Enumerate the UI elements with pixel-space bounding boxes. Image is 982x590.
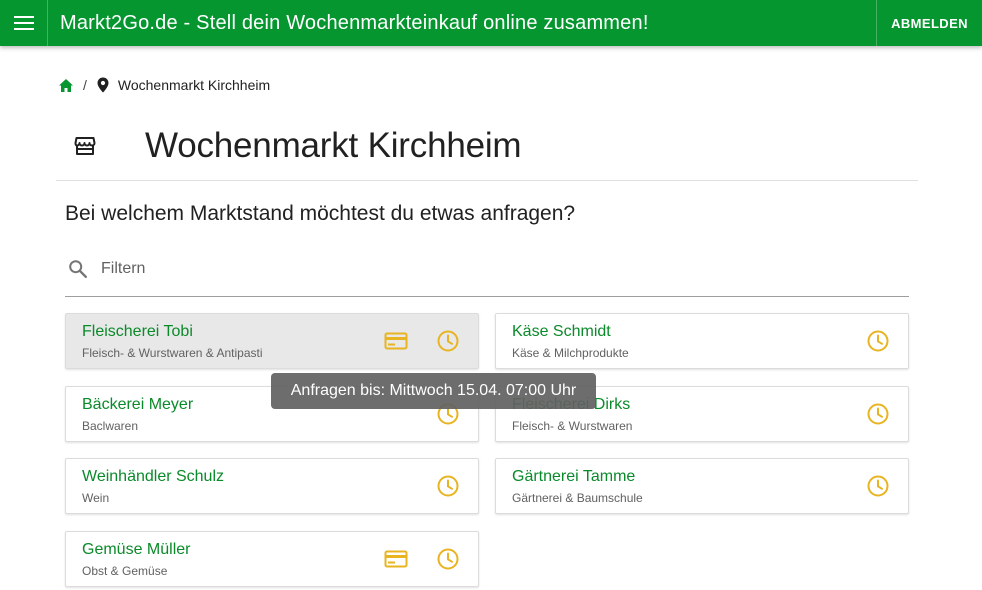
clock-icon[interactable] [866,474,890,498]
credit-card-icon [384,550,408,568]
stand-card-kaese-schmidt[interactable]: Käse Schmidt Käse & Milchprodukte [495,313,909,369]
stand-name: Käse Schmidt [512,323,611,340]
breadcrumb-separator: / [83,77,87,93]
stand-category: Käse & Milchprodukte [512,346,629,360]
menu-button[interactable] [0,0,48,46]
app-title: Markt2Go.de - Stell dein Wochenmarkteink… [60,11,649,34]
search-icon [69,260,87,278]
stand-card-gaertnerei-tamme[interactable]: Gärtnerei Tamme Gärtnerei & Baumschule [495,458,909,514]
stand-category: Gärtnerei & Baumschule [512,491,643,505]
stand-question: Bei welchem Marktstand möchtest du etwas… [65,202,576,225]
stand-card-gemuese-mueller[interactable]: Gemüse Müller Obst & Gemüse [65,531,479,587]
page-header: Wochenmarkt Kirchheim [56,118,918,181]
home-icon[interactable] [58,78,74,93]
clock-icon[interactable] [866,329,890,353]
stand-name: Fleischerei Tobi [82,323,193,340]
deadline-tooltip: Anfragen bis: Mittwoch 15.04. 07:00 Uhr [271,373,596,409]
stand-category: Obst & Gemüse [82,564,168,578]
filter-input[interactable] [101,260,801,278]
stand-name: Bäckerei Meyer [82,396,194,413]
stand-card-fleischerei-tobi[interactable]: Fleischerei Tobi Fleisch- & Wurstwaren &… [65,313,479,369]
breadcrumb: / Wochenmarkt Kirchheim [58,76,270,94]
stand-category: Fleisch- & Wurstwaren [512,419,633,433]
breadcrumb-market: Wochenmarkt Kirchheim [117,77,271,93]
stand-card-weinhaendler-schulz[interactable]: Weinhändler Schulz Wein [65,458,479,514]
clock-icon[interactable] [436,547,460,571]
stand-category: Fleisch- & Wurstwaren & Antipasti [82,346,263,360]
stand-category: Wein [82,491,110,505]
stand-name: Gärtnerei Tamme [512,468,636,485]
credit-card-icon [384,332,408,350]
clock-icon[interactable] [436,474,460,498]
menu-icon [13,16,34,30]
logout-button[interactable]: ABMELDEN [876,0,982,46]
stand-name: Gemüse Müller [82,541,191,558]
stand-name: Weinhändler Schulz [82,468,225,485]
page-title: Wochenmarkt Kirchheim [145,126,522,165]
storefront-icon [74,137,96,155]
clock-icon[interactable] [436,329,460,353]
filter-field [65,250,909,297]
clock-icon[interactable] [866,402,890,426]
app-bar: Markt2Go.de - Stell dein Wochenmarkteink… [0,0,982,46]
stand-category: Baclwaren [82,419,139,433]
location-pin-icon [97,77,109,93]
